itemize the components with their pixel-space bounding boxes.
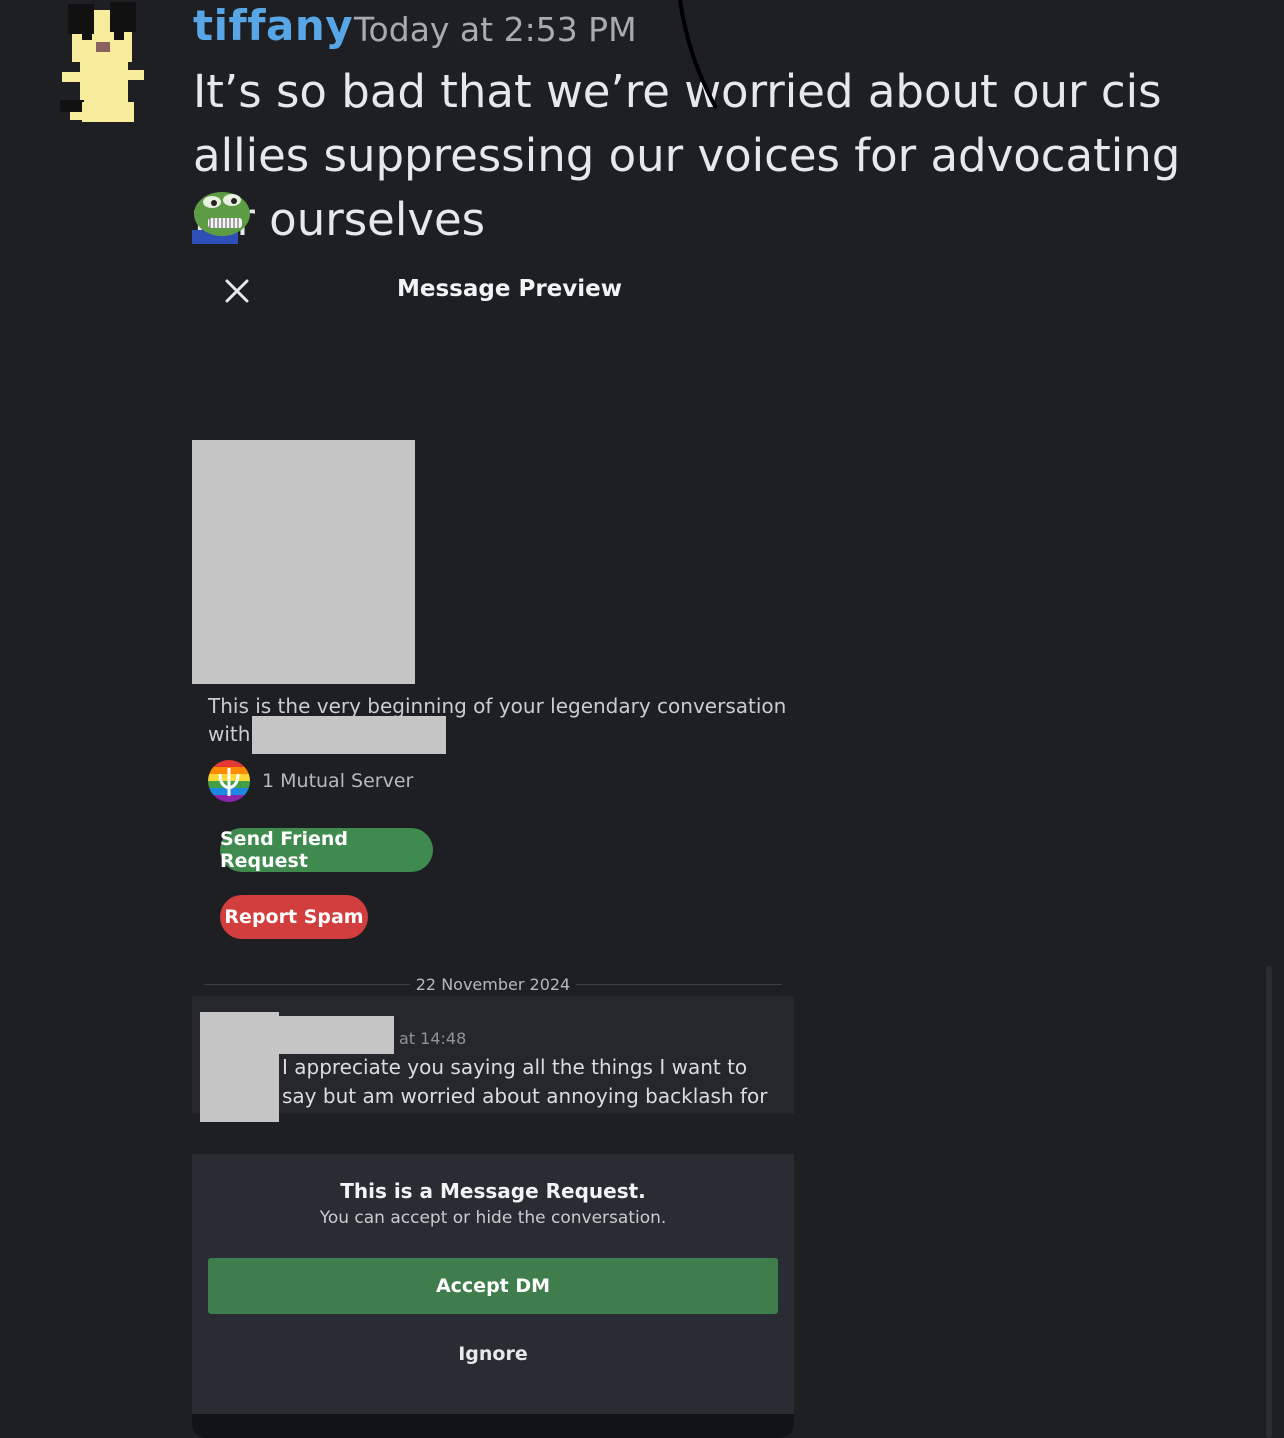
divider-left xyxy=(204,984,410,985)
avatar[interactable] xyxy=(52,2,152,126)
send-friend-request-button[interactable]: Send Friend Request xyxy=(220,828,433,872)
request-title: This is a Message Request. xyxy=(340,1179,646,1203)
message-timestamp: Today at 2:53 PM xyxy=(354,10,637,49)
report-spam-button[interactable]: Report Spam xyxy=(220,895,368,939)
panel-bottom-edge xyxy=(192,1414,794,1438)
preview-title: Message Preview xyxy=(397,276,622,302)
scrollbar[interactable] xyxy=(1266,966,1272,1438)
redacted-sender-name xyxy=(279,1016,394,1054)
server-icon[interactable] xyxy=(208,760,250,802)
username[interactable]: tiffany xyxy=(193,0,353,52)
ignore-button[interactable]: Ignore xyxy=(192,1340,794,1368)
drawn-stroke xyxy=(678,0,718,109)
dm-timestamp: at 14:48 xyxy=(399,1029,467,1048)
dm-text: I appreciate you saying all the things I… xyxy=(282,1055,768,1108)
close-icon[interactable] xyxy=(222,276,252,306)
mutual-servers-label[interactable]: 1 Mutual Server xyxy=(262,769,413,793)
pepe-grin-emoji-icon[interactable] xyxy=(192,186,254,246)
redacted-sender-avatar xyxy=(200,1012,279,1122)
divider-right xyxy=(576,984,782,985)
redacted-username xyxy=(252,716,446,754)
redacted-avatar xyxy=(192,440,415,684)
request-subtitle: You can accept or hide the conversation. xyxy=(319,1208,667,1228)
date-divider: 22 November 2024 xyxy=(415,975,571,994)
accept-dm-button[interactable]: Accept DM xyxy=(208,1258,778,1314)
